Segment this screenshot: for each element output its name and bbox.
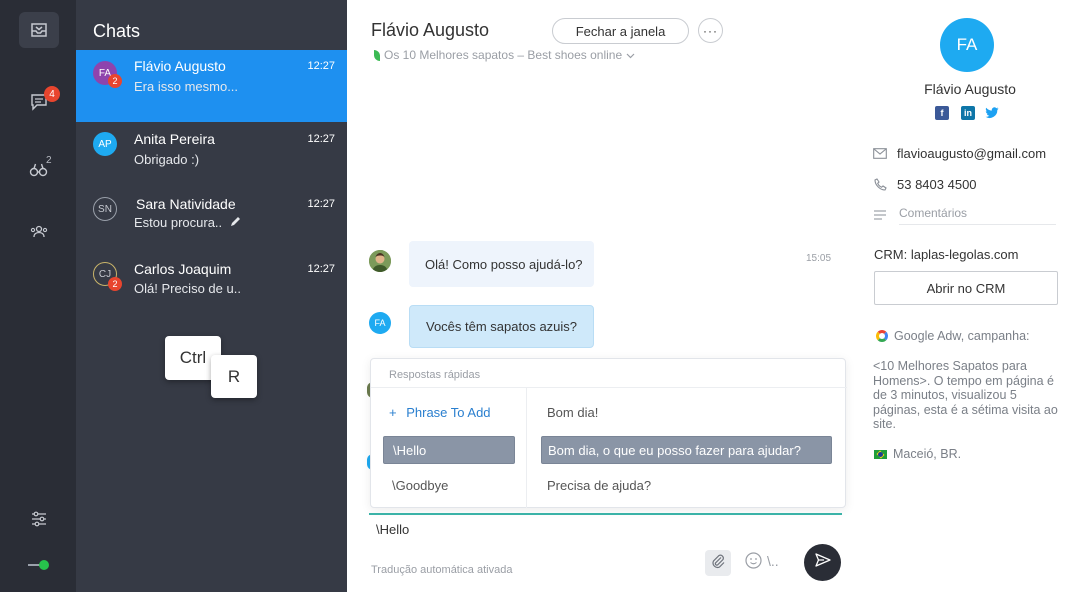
emoji-button[interactable] xyxy=(743,552,763,574)
leaf-icon xyxy=(374,49,380,61)
navigation-rail: 4 2 xyxy=(0,0,76,592)
chat-item[interactable]: FA 2 Flávio Augusto 12:27 Era isso mesmo… xyxy=(76,50,347,122)
chat-item-time: 12:27 xyxy=(307,60,335,72)
adwords-label: Google Adw, campanha: xyxy=(894,329,1030,343)
avatar: AP xyxy=(93,132,117,156)
divider xyxy=(526,388,527,508)
crm-label: CRM: laplas-legolas.com xyxy=(874,247,1019,262)
composer-focus-line xyxy=(369,513,842,515)
add-phrase-label: Phrase To Add xyxy=(406,405,491,420)
unread-chats-badge: 4 xyxy=(44,86,60,102)
team-icon[interactable] xyxy=(19,214,59,250)
facebook-icon[interactable]: f xyxy=(935,106,949,120)
chat-item-name: Flávio Augusto xyxy=(134,58,226,74)
conversation-title: Flávio Augusto xyxy=(371,20,490,40)
unread-badge: 2 xyxy=(108,277,122,291)
adwords-campaign: Google Adw, campanha: xyxy=(876,329,1030,343)
chat-item-preview: Olá! Preciso de u.. xyxy=(134,281,241,296)
plus-icon: + xyxy=(389,405,397,420)
chat-item[interactable]: AP Anita Pereira 12:27 Obrigado :) xyxy=(76,122,347,194)
unread-badge: 2 xyxy=(108,74,122,88)
location-text: Maceió, BR. xyxy=(893,447,962,461)
chat-item-preview-text: Estou procura.. xyxy=(134,215,223,230)
more-options-button[interactable]: ··· xyxy=(698,18,723,43)
lines-icon xyxy=(873,208,887,222)
chat-list-title: Chats xyxy=(93,21,141,41)
quick-replies-popup: Respostas rápidas + Phrase To Add \Hello… xyxy=(370,358,847,508)
campaign-name: Os 10 Melhores sapatos – Best shoes onli… xyxy=(384,48,623,62)
phone-row[interactable]: 53 8403 4500 xyxy=(873,177,977,192)
profile-email: flavioaugusto@gmail.com xyxy=(897,146,1047,161)
online-status-toggle[interactable] xyxy=(28,560,50,570)
location: Maceió, BR. xyxy=(874,447,961,461)
conversation-panel: Flávio Augusto Fechar a janela ··· Os 10… xyxy=(347,0,859,592)
send-icon xyxy=(814,553,831,572)
adwords-description: <10 Melhores Sapatos para Homens>. O tem… xyxy=(873,359,1058,431)
campaign-source[interactable]: Os 10 Melhores sapatos – Best shoes onli… xyxy=(374,48,635,62)
more-dots-icon: ··· xyxy=(703,23,718,38)
profile-phone: 53 8403 4500 xyxy=(897,177,977,192)
avatar: SN xyxy=(93,197,117,221)
chat-item-name: Anita Pereira xyxy=(134,131,215,147)
binoculars-icon[interactable] xyxy=(19,152,59,188)
typing-pencil-icon xyxy=(230,215,241,230)
toggle-knob xyxy=(39,560,49,570)
visitors-count: 2 xyxy=(46,155,52,166)
google-icon xyxy=(876,330,888,342)
smiley-icon xyxy=(744,552,762,574)
comments-field[interactable]: Comentários xyxy=(899,206,1056,225)
shortcut-item[interactable]: \Hello xyxy=(383,436,515,464)
paperclip-icon xyxy=(710,553,726,574)
divider xyxy=(371,387,847,388)
chat-list: Chats FA 2 Flávio Augusto 12:27 Era isso… xyxy=(76,0,347,592)
twitter-icon[interactable] xyxy=(985,106,999,120)
profile-name: Flávio Augusto xyxy=(924,81,1016,97)
attach-button[interactable] xyxy=(705,550,731,576)
add-phrase-button[interactable]: + Phrase To Add xyxy=(389,405,491,420)
chat-item[interactable]: CJ 2 Carlos Joaquim 12:27 Olá! Preciso d… xyxy=(76,252,347,324)
linkedin-icon[interactable]: in xyxy=(961,106,975,120)
auto-translation-note: Tradução automática ativada xyxy=(371,564,513,576)
agent-avatar xyxy=(369,250,391,272)
reply-text-item[interactable]: Bom dia! xyxy=(541,398,598,426)
chat-item-preview: Obrigado :) xyxy=(134,152,200,167)
chat-item-time: 12:27 xyxy=(307,198,335,210)
reply-text-item[interactable]: Precisa de ajuda? xyxy=(541,471,651,499)
send-button[interactable] xyxy=(804,544,841,581)
chevron-down-icon xyxy=(626,48,635,62)
client-message: Vocês têm sapatos azuis? xyxy=(409,305,594,348)
chat-item[interactable]: SN Sara Natividade 12:27 Estou procura.. xyxy=(76,187,347,259)
profile-avatar: FA xyxy=(940,18,994,72)
settings-sliders-icon[interactable] xyxy=(19,501,59,537)
contact-profile-panel: FA Flávio Augusto f in flavioaugusto@gma… xyxy=(859,0,1073,592)
r-key-hint: R xyxy=(211,355,257,398)
chat-item-name: Sara Natividade xyxy=(136,196,236,212)
chat-item-preview: Estou procura.. xyxy=(134,215,241,230)
close-window-button[interactable]: Fechar a janela xyxy=(552,18,689,44)
chat-item-time: 12:27 xyxy=(307,133,335,145)
phone-icon xyxy=(873,178,887,192)
client-avatar: FA xyxy=(369,312,391,334)
message-input[interactable]: \Hello xyxy=(376,522,409,537)
shortcut-item[interactable]: \Goodbye xyxy=(383,471,515,499)
email-row[interactable]: flavioaugusto@gmail.com xyxy=(873,146,1046,161)
reply-text-item[interactable]: Bom dia, o que eu posso fazer para ajuda… xyxy=(541,436,832,464)
quick-reply-shortcut-button[interactable]: \.. xyxy=(767,553,779,569)
inbox-icon[interactable] xyxy=(19,12,59,48)
open-crm-button[interactable]: Abrir no CRM xyxy=(874,271,1058,305)
chat-item-name: Carlos Joaquim xyxy=(134,261,232,277)
brazil-flag-icon xyxy=(874,449,887,459)
chat-item-preview: Era isso mesmo... xyxy=(134,79,239,94)
envelope-icon xyxy=(873,147,887,161)
quick-replies-title: Respostas rápidas xyxy=(389,369,481,381)
chat-item-time: 12:27 xyxy=(307,263,335,275)
comments-icon-row xyxy=(873,208,887,222)
message-time: 15:05 xyxy=(806,253,832,264)
agent-message: Olá! Como posso ajudá-lo? xyxy=(409,241,594,287)
